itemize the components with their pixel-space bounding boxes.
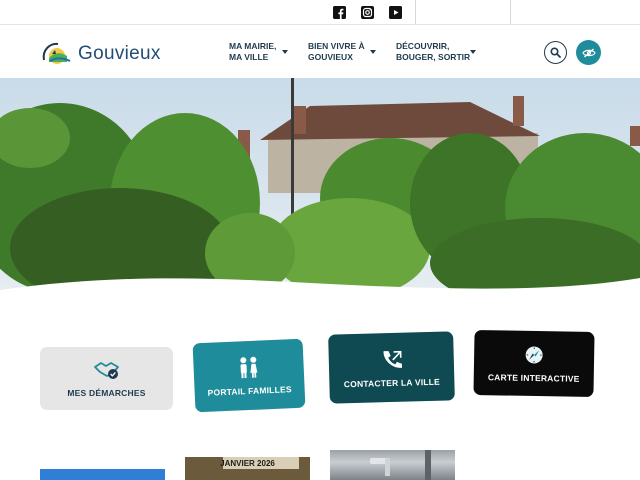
nav-label: GOUVIEUX bbox=[308, 52, 353, 62]
logo-text: Gouvieux bbox=[78, 43, 161, 64]
hero-image bbox=[0, 78, 640, 300]
logo-emblem-icon bbox=[40, 40, 74, 68]
caret-down-icon bbox=[370, 50, 376, 54]
eye-off-icon bbox=[581, 48, 596, 57]
tile-portail-familles[interactable]: PORTAIL FAMILLES bbox=[192, 338, 306, 413]
news-card[interactable] bbox=[40, 469, 165, 480]
family-icon bbox=[236, 355, 261, 380]
search-button[interactable] bbox=[544, 41, 567, 64]
tile-label: CONTACTER LA VILLE bbox=[343, 376, 441, 389]
tile-carte-interactive[interactable]: CARTE INTERACTIVE bbox=[473, 329, 595, 398]
divider bbox=[415, 0, 416, 24]
divider bbox=[510, 0, 511, 24]
nav-label: MA MAIRIE, bbox=[229, 41, 277, 51]
compass-icon bbox=[524, 344, 544, 366]
instagram-icon[interactable] bbox=[361, 6, 374, 19]
tile-mes-demarches[interactable]: MES DÉMARCHES bbox=[40, 347, 173, 410]
social-bar bbox=[0, 0, 640, 24]
handshake-icon bbox=[93, 360, 120, 382]
nav-ma-mairie[interactable]: MA MAIRIE, MA VILLE bbox=[229, 41, 288, 63]
tile-label: MES DÉMARCHES bbox=[67, 387, 146, 398]
tile-label: PORTAIL FAMILLES bbox=[207, 383, 292, 398]
nav-label: BOUGER, SORTIR bbox=[396, 52, 471, 62]
nav-decouvrir[interactable]: DÉCOUVRIR, BOUGER, SORTIR bbox=[396, 41, 476, 63]
search-icon bbox=[550, 47, 561, 58]
faucet-image bbox=[370, 450, 431, 480]
nav-label: BIEN VIVRE À bbox=[308, 41, 365, 51]
site-logo[interactable]: Gouvieux bbox=[40, 40, 161, 68]
nav-bien-vivre[interactable]: BIEN VIVRE À GOUVIEUX bbox=[308, 41, 376, 63]
nav-label: DÉCOUVRIR, bbox=[396, 41, 450, 51]
site-header: Gouvieux MA MAIRIE, MA VILLE BIEN VIVRE … bbox=[0, 24, 640, 78]
phone-icon bbox=[380, 347, 403, 372]
tile-contacter-la-ville[interactable]: CONTACTER LA VILLE bbox=[328, 331, 455, 404]
nav-label: MA VILLE bbox=[229, 52, 269, 62]
caret-down-icon bbox=[282, 50, 288, 54]
news-card[interactable]: JANVIER 2026 bbox=[185, 457, 310, 480]
card-title: JANVIER 2026 bbox=[220, 459, 275, 468]
youtube-icon[interactable] bbox=[389, 6, 402, 19]
facebook-icon[interactable] bbox=[333, 6, 346, 19]
news-card[interactable] bbox=[330, 450, 455, 480]
caret-down-icon bbox=[470, 50, 476, 54]
tile-label: CARTE INTERACTIVE bbox=[487, 371, 580, 384]
accessibility-button[interactable] bbox=[576, 40, 601, 65]
